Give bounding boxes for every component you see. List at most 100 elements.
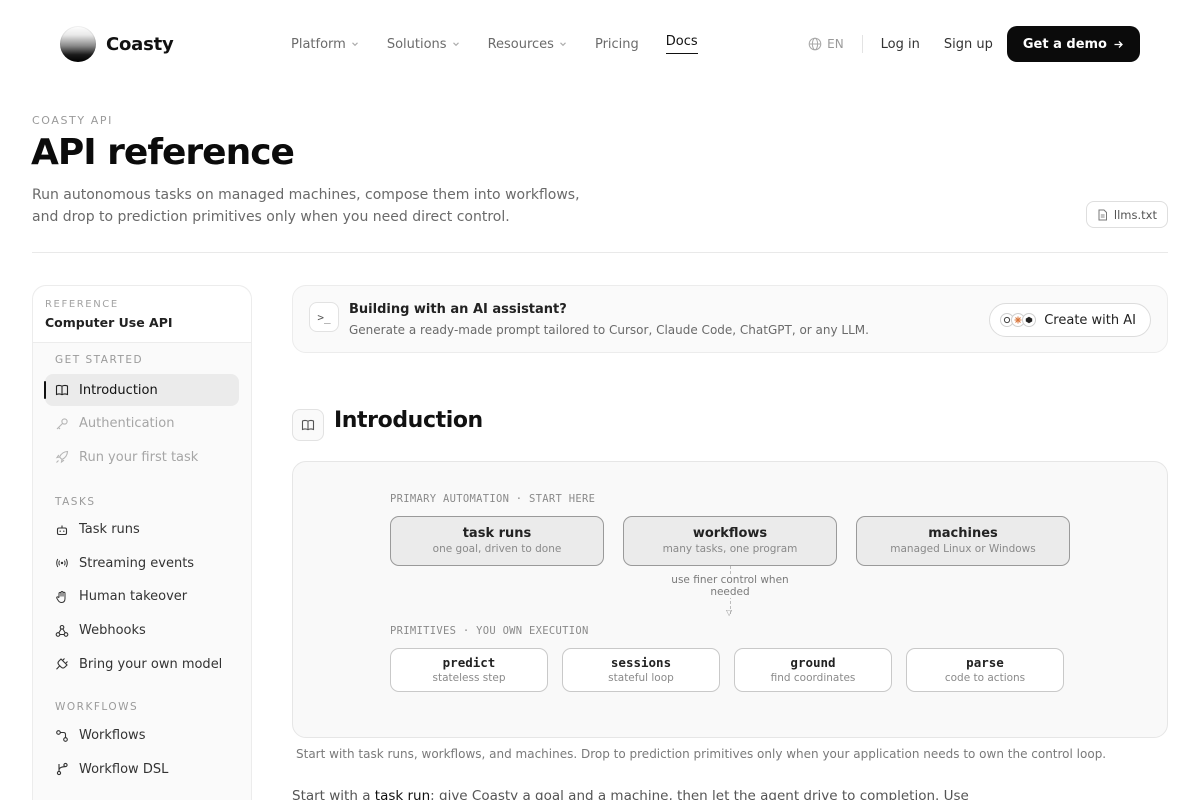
arrow-down-icon: ▽: [726, 608, 733, 617]
sidebar-eyebrow: REFERENCE: [45, 299, 119, 310]
diagram-box-subtitle: stateless step: [432, 672, 506, 684]
sidebar-item-label: Human takeover: [79, 589, 188, 605]
rocket-icon: [55, 451, 69, 464]
book-icon: [55, 384, 69, 396]
intro-body-start: Start with a: [292, 788, 371, 800]
webhook-icon: [55, 624, 69, 637]
sidebar-item-label: Introduction: [79, 382, 158, 398]
chevron-down-icon: [351, 42, 358, 47]
arrow-right-icon: [1114, 40, 1123, 48]
brand-logo-link[interactable]: Coasty: [60, 26, 174, 62]
diagram-primary-label: PRIMARY AUTOMATION · START HERE: [390, 493, 596, 505]
section-title-introduction: Introduction: [334, 408, 483, 433]
diagram-box-title: parse: [966, 655, 1004, 670]
key-icon: [56, 417, 68, 429]
nav-docs[interactable]: Docs: [665, 34, 698, 54]
page-title: API reference: [31, 132, 295, 173]
sidebar-title: Computer Use API: [45, 315, 173, 330]
book-icon: [292, 409, 324, 441]
header-divider: [32, 252, 1168, 253]
page-eyebrow: COASTY API: [32, 114, 113, 127]
sidebar-header: REFERENCE Computer Use API: [33, 286, 251, 343]
sidebar-item-label: Run your first task: [79, 449, 199, 465]
nav-platform-label: Platform: [291, 36, 346, 52]
sidebar-item-bring-your-own-model[interactable]: Bring your own model: [45, 648, 239, 680]
diagram-box-machines: machines managed Linux or Windows: [856, 516, 1070, 566]
diagram-box-sessions: sessions stateful loop: [562, 648, 720, 692]
nav-solutions[interactable]: Solutions: [387, 37, 461, 52]
nav-pricing[interactable]: Pricing: [595, 37, 639, 52]
task-run-link[interactable]: task run: [374, 788, 431, 800]
primary-nav: Platform Solutions Resources Pricing Doc…: [291, 34, 725, 54]
ai-provider-logos: [1000, 313, 1037, 327]
branch-icon: [56, 763, 68, 776]
sidebar-item-label: Workflow DSL: [79, 761, 169, 777]
nav-pricing-label: Pricing: [594, 36, 639, 52]
sidebar-item-human-takeover[interactable]: Human takeover: [45, 581, 239, 613]
sidebar-section-label: GET STARTED: [55, 354, 144, 366]
ai-banner-title: Building with an AI assistant?: [349, 302, 567, 317]
llms-txt-label: llms.txt: [1113, 207, 1157, 222]
llms-txt-button[interactable]: llms.txt: [1085, 201, 1168, 228]
page-description: Run autonomous tasks on managed machines…: [32, 187, 580, 225]
logo-orb-icon: [60, 26, 96, 62]
get-demo-button[interactable]: Get a demo: [1006, 26, 1140, 62]
ai-assistant-banner: >_ Building with an AI assistant? Genera…: [292, 285, 1168, 353]
sidebar-item-workflows[interactable]: Workflows: [45, 720, 239, 752]
diagram-box-title: ground: [790, 655, 836, 670]
intro-body-paragraph: Start with a task run; give Coasty a goa…: [292, 788, 969, 800]
create-with-ai-button[interactable]: Create with AI: [989, 303, 1151, 337]
diagram-box-ground: ground find coordinates: [734, 648, 892, 692]
sidebar-section-workflows: WORKFLOWS Workflows Workflow DSL: [33, 682, 251, 786]
sidebar-item-workflow-dsl[interactable]: Workflow DSL: [45, 753, 239, 785]
diagram-box-subtitle: find coordinates: [770, 672, 856, 684]
diagram-box-task-runs: task runs one goal, driven to done: [390, 516, 604, 566]
get-demo-label: Get a demo: [1022, 36, 1107, 52]
diagram-caption: Start with task runs, workflows, and mac…: [296, 747, 1107, 761]
chevron-down-icon: [560, 42, 566, 47]
cursor-icon: [1022, 313, 1037, 327]
diagram-box-subtitle: one goal, driven to done: [432, 543, 562, 555]
document-icon: [1098, 209, 1107, 220]
diagram-box-subtitle: managed Linux or Windows: [890, 543, 1036, 555]
nav-platform[interactable]: Platform: [291, 37, 360, 52]
plug-icon: [56, 658, 68, 670]
broadcast-icon: [56, 559, 68, 568]
sidebar-item-first-task[interactable]: Run your first task: [45, 441, 239, 473]
sidebar-item-label: Workflows: [79, 728, 146, 744]
chevron-down-icon: [452, 42, 459, 47]
sidebar-item-label: Streaming events: [79, 555, 195, 571]
sidebar-section-get-started: GET STARTED Introduction Authentication …: [33, 343, 251, 473]
nav-resources[interactable]: Resources: [488, 37, 568, 52]
diagram-box-title: sessions: [610, 655, 672, 670]
diagram-box-parse: parse code to actions: [906, 648, 1064, 692]
sidebar-section-label: WORKFLOWS: [55, 700, 139, 713]
sidebar-item-label: Authentication: [79, 416, 175, 432]
sidebar-item-label: Webhooks: [79, 623, 146, 639]
language-selector[interactable]: EN: [808, 35, 863, 53]
nav-actions: EN Log in Sign up Get a demo: [808, 26, 1140, 62]
diagram-connector-label: use finer control when needed: [655, 574, 805, 598]
diagram-box-title: task runs: [462, 526, 532, 541]
diagram-box-title: machines: [928, 526, 998, 541]
sidebar-item-streaming-events[interactable]: Streaming events: [45, 547, 239, 579]
ai-banner-subtitle: Generate a ready-made prompt tailored to…: [349, 323, 869, 337]
sidebar-item-webhooks[interactable]: Webhooks: [45, 615, 239, 647]
sidebar-item-label: Task runs: [79, 522, 140, 538]
diagram-box-subtitle: many tasks, one program: [662, 543, 798, 555]
reference-sidebar: REFERENCE Computer Use API GET STARTED I…: [32, 285, 252, 800]
intro-body-end: ; give Coasty a goal and a machine, then…: [430, 788, 969, 800]
sidebar-item-authentication[interactable]: Authentication: [45, 408, 239, 440]
login-link[interactable]: Log in: [881, 37, 920, 52]
terminal-icon: >_: [309, 302, 339, 332]
nav-solutions-label: Solutions: [386, 36, 447, 52]
sidebar-item-introduction[interactable]: Introduction: [44, 374, 239, 406]
sidebar-item-task-runs[interactable]: Task runs: [45, 514, 239, 546]
sidebar-section-label: TASKS: [55, 495, 96, 508]
signup-link[interactable]: Sign up: [944, 37, 993, 52]
create-with-ai-label: Create with AI: [1044, 312, 1136, 328]
robot-icon: [56, 525, 68, 535]
language-label: EN: [827, 37, 844, 51]
sidebar-item-label: Bring your own model: [79, 656, 223, 672]
hand-icon: [56, 590, 66, 603]
